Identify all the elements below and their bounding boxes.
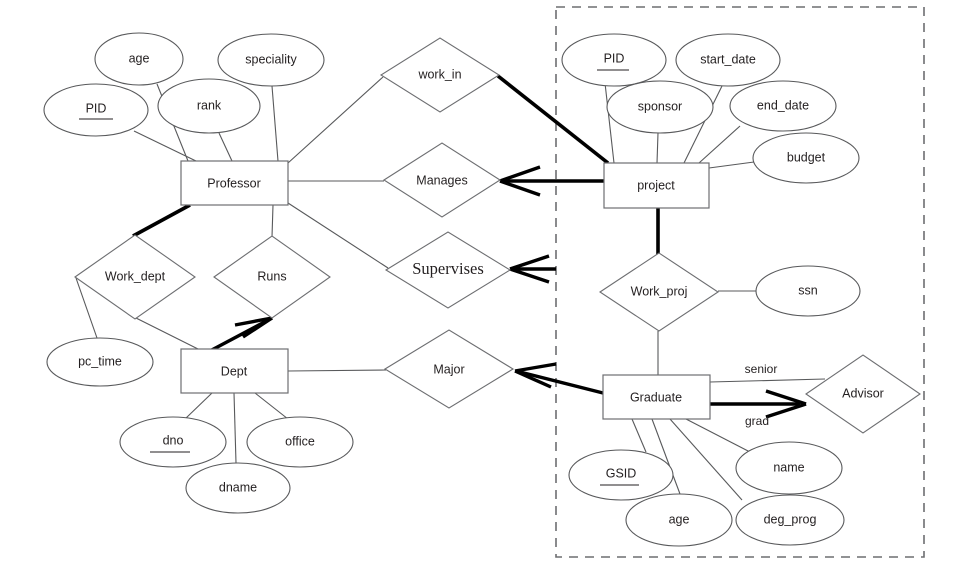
edge-work-dept-dept (135, 317, 199, 350)
attribute-label-prof-age: age (129, 51, 150, 65)
attribute-dept-dname[interactable]: dname (185, 462, 291, 514)
entity-project[interactable]: project (603, 162, 710, 209)
attribute-prof-speciality[interactable]: speciality (217, 33, 325, 87)
attribute-label-proj-budget: budget (787, 150, 826, 164)
edge-professor-runs (271, 204, 274, 238)
edge-dept-dname (233, 392, 237, 464)
relationship-work-dept[interactable]: Work_dept (74, 234, 196, 320)
edge-role-label-senior: senior (745, 362, 778, 376)
attribute-proj-pid[interactable]: PID (561, 33, 667, 87)
edge-dept-office (254, 392, 289, 420)
attribute-proj-start-date[interactable]: start_date (675, 33, 781, 87)
relationship-label-work-dept: Work_dept (105, 269, 166, 283)
relationship-label-manages: Manages (416, 173, 467, 187)
edge-project-end-date (698, 125, 741, 164)
attribute-label-proj-sponsor: sponsor (638, 99, 682, 113)
attribute-proj-end-date[interactable]: end_date (729, 80, 837, 132)
relationship-supervises[interactable]: Supervises (384, 231, 512, 309)
relationship-label-major: Major (433, 362, 464, 376)
edge-project-sponsor (656, 132, 659, 164)
relationship-major[interactable]: Major (383, 329, 515, 409)
relationship-work-proj[interactable]: Work_proj (599, 252, 719, 332)
entity-label-professor: Professor (207, 176, 261, 190)
edge-graduate-deg-prog (669, 418, 743, 501)
attribute-label-dept-dno: dno (163, 433, 184, 447)
attribute-prof-pid[interactable]: PID (43, 83, 149, 137)
attribute-dept-dno[interactable]: dno (119, 416, 227, 468)
edge-dept-dno (184, 392, 213, 420)
relationship-runs[interactable]: Runs (213, 235, 331, 319)
relationship-work-in[interactable]: work_in (379, 37, 501, 113)
supervises-edges (509, 254, 556, 284)
relationship-advisor[interactable]: Advisor (805, 354, 921, 434)
attribute-grad-name[interactable]: name (735, 441, 843, 495)
edge-professor-work-dept-thick (132, 203, 191, 238)
relationship-label-advisor: Advisor (842, 386, 884, 400)
edge-professor-speciality (271, 85, 279, 162)
attribute-label-proj-pid: PID (604, 51, 625, 65)
attribute-prof-age[interactable]: age (94, 32, 184, 86)
entity-professor[interactable]: Professor (180, 160, 289, 206)
edge-professor-rank (218, 132, 233, 162)
attribute-label-prof-speciality: speciality (245, 52, 297, 66)
attribute-label-grad-age: age (669, 512, 690, 526)
attribute-label-dept-dname: dname (219, 480, 257, 494)
attribute-label-prof-pid: PID (86, 101, 107, 115)
attribute-dept-office[interactable]: office (246, 416, 354, 468)
attribute-proj-sponsor[interactable]: sponsor (606, 80, 714, 134)
attribute-label-prof-rank: rank (197, 98, 222, 112)
edge-project-work-in-thick (496, 74, 610, 165)
edge-graduate-major-thick (519, 370, 604, 395)
attribute-label-pc-time: pc_time (78, 354, 122, 368)
attribute-label-dept-office: office (285, 434, 315, 448)
er-diagram-canvas: Professor Dept project Graduate work_in … (0, 0, 956, 571)
edge-project-budget (708, 161, 755, 169)
entity-label-graduate: Graduate (630, 390, 682, 404)
relationship-manages[interactable]: Manages (382, 142, 502, 218)
entity-graduate[interactable]: Graduate (602, 374, 711, 420)
attribute-grad-age[interactable]: age (625, 493, 733, 547)
attribute-grad-gsid[interactable]: GSID (568, 449, 674, 501)
attribute-label-grad-deg-prog: deg_prog (764, 512, 817, 526)
entity-dept[interactable]: Dept (180, 348, 289, 394)
edge-graduate-gsid (631, 418, 647, 453)
attribute-workproj-ssn[interactable]: ssn (755, 265, 861, 317)
attribute-label-proj-start-date: start_date (700, 52, 756, 66)
attribute-grad-deg-prog[interactable]: deg_prog (735, 494, 845, 546)
relationship-label-work-in: work_in (417, 67, 461, 81)
attribute-label-grad-gsid: GSID (606, 466, 637, 480)
edge-role-label-grad: grad (745, 414, 769, 428)
er-diagram-svg: Professor Dept project Graduate work_in … (43, 6, 925, 558)
relationship-label-work-proj: Work_proj (631, 284, 688, 298)
entity-label-project: project (637, 178, 675, 192)
attribute-proj-budget[interactable]: budget (752, 132, 860, 184)
attribute-label-proj-end-date: end_date (757, 98, 809, 112)
relationship-label-supervises: Supervises (412, 259, 484, 278)
attribute-label-workproj-ssn: ssn (798, 283, 818, 297)
attribute-prof-rank[interactable]: rank (157, 78, 261, 134)
edge-dept-major (287, 369, 387, 372)
attribute-pc-time[interactable]: pc_time (46, 337, 154, 387)
attribute-label-grad-name: name (773, 460, 804, 474)
edge-professor-work-in (287, 76, 384, 164)
entity-label-dept: Dept (221, 364, 248, 378)
relationship-label-runs: Runs (257, 269, 286, 283)
edge-graduate-advisor-senior (709, 378, 826, 383)
